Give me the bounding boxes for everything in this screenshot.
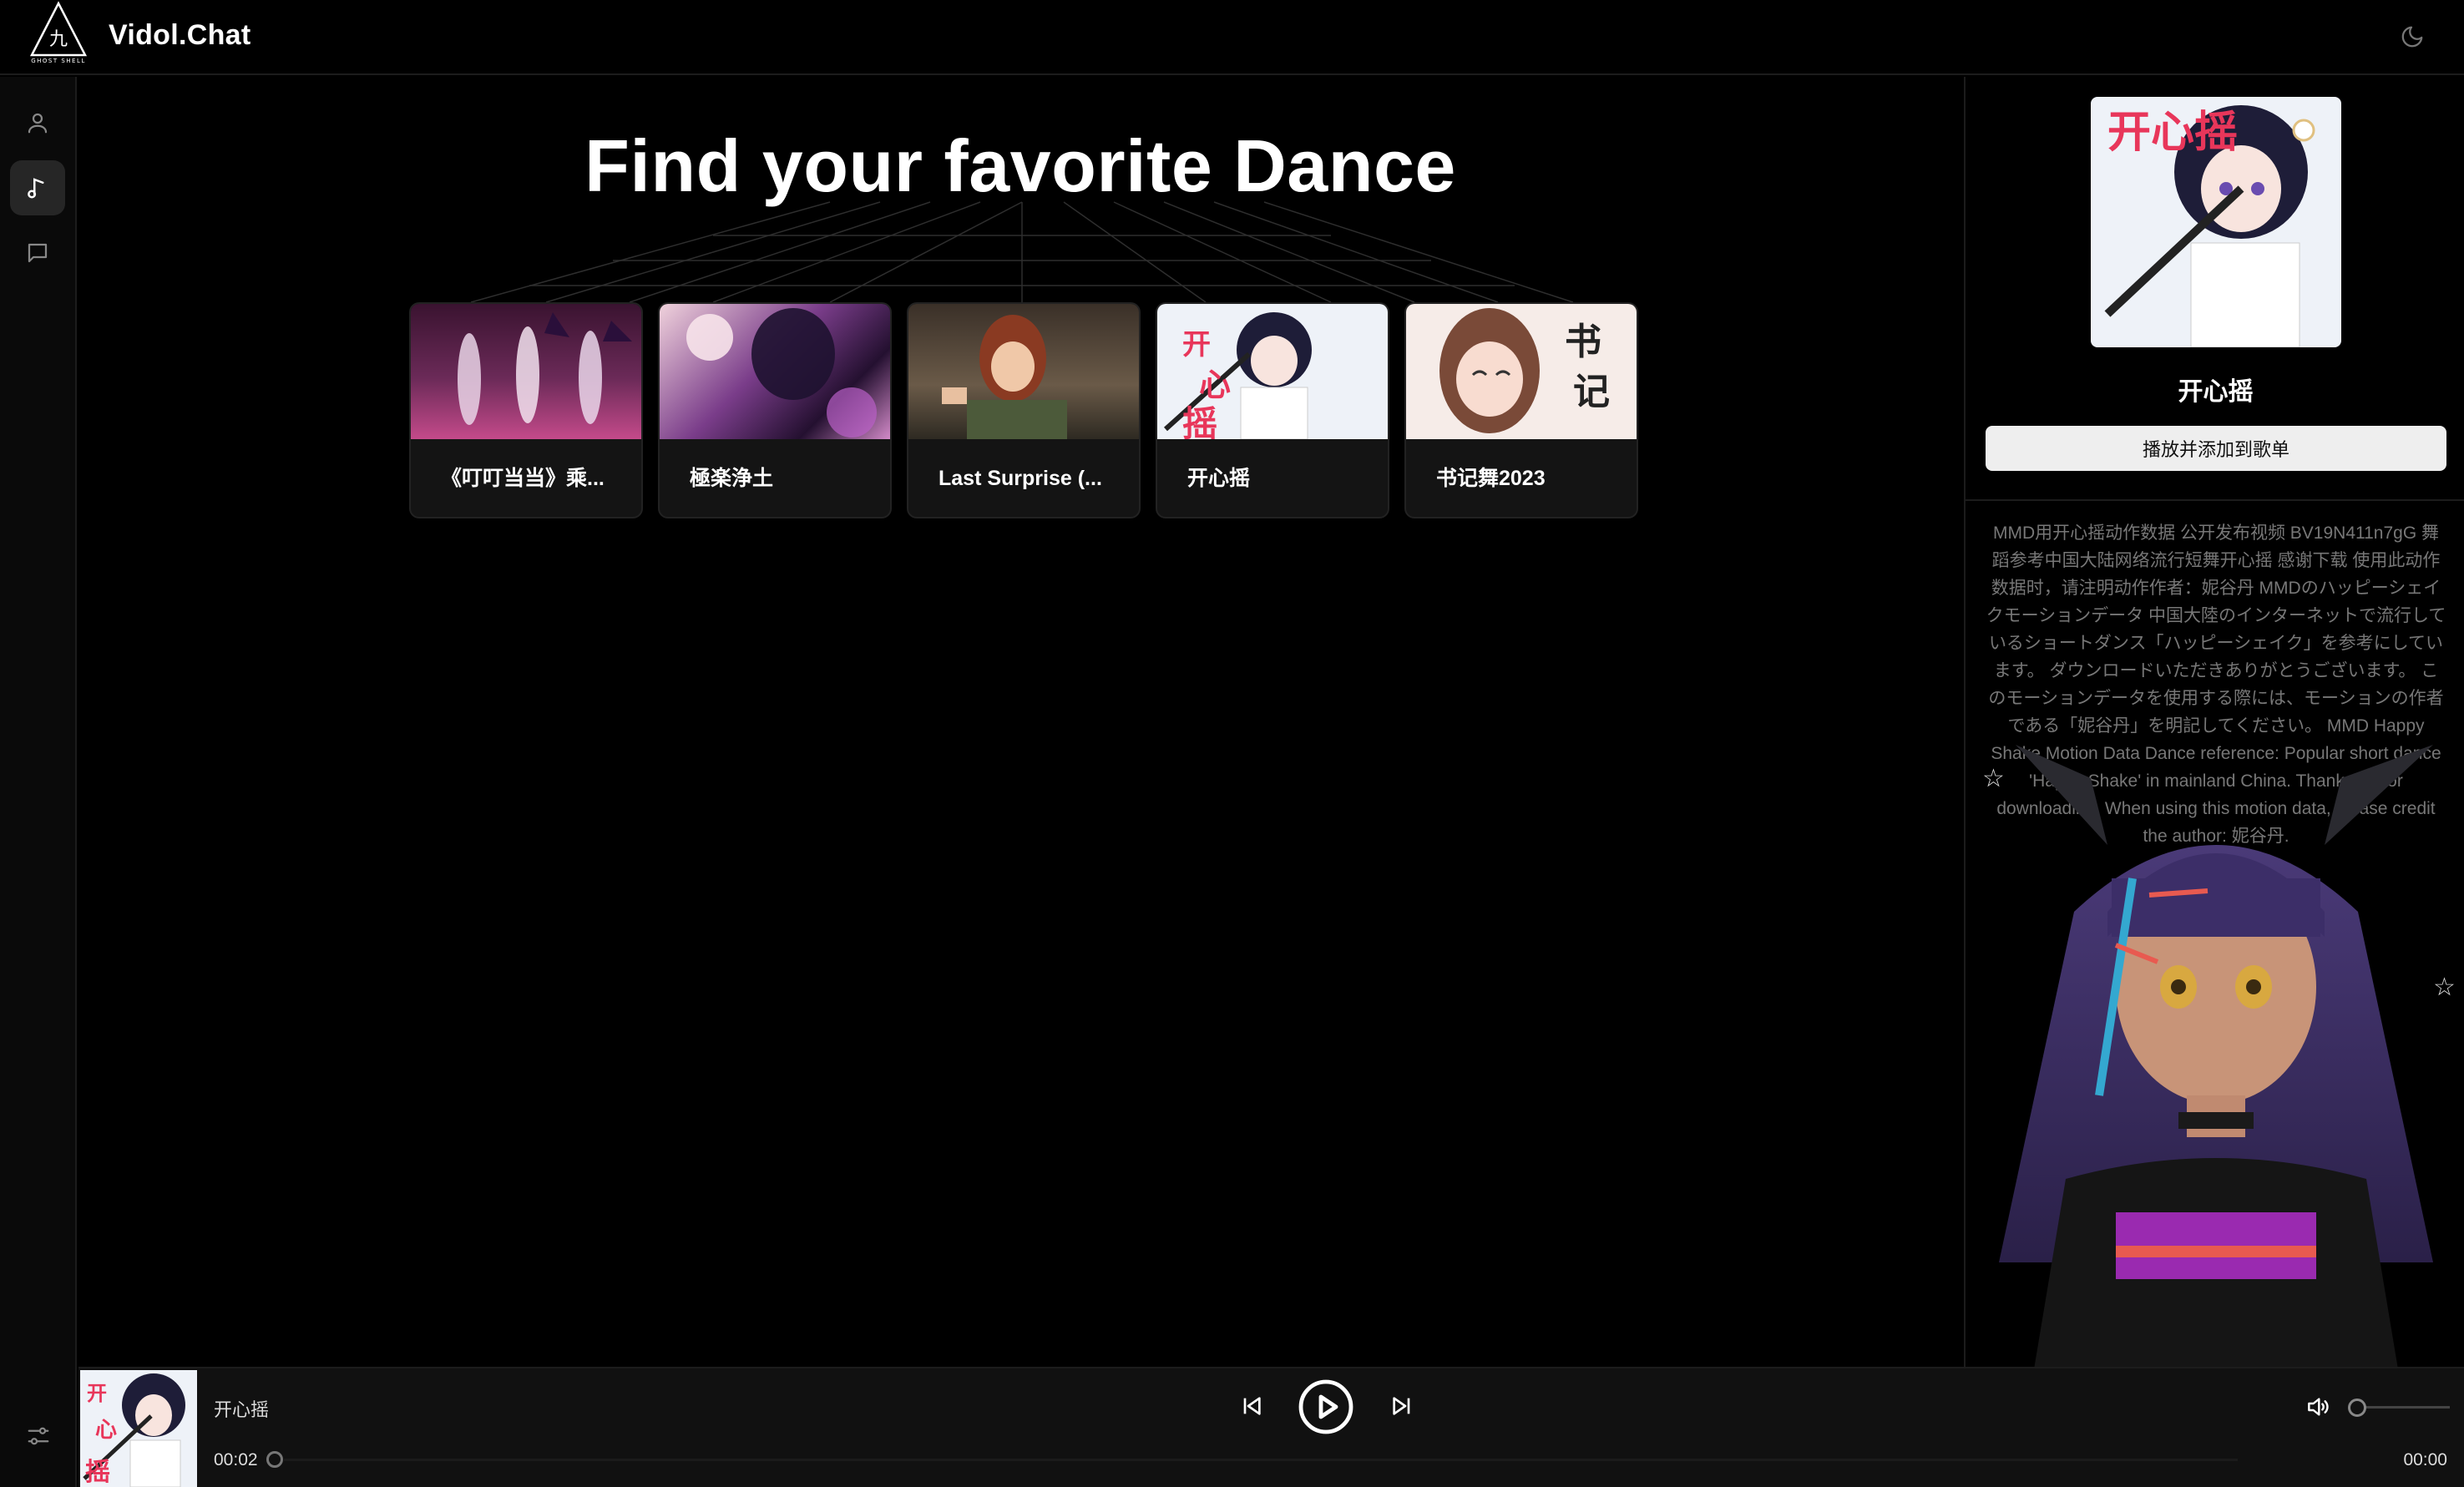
settings-button[interactable]	[22, 1419, 55, 1453]
player-current-time: 00:02	[214, 1450, 258, 1469]
sliders-icon	[28, 1427, 49, 1445]
dance-thumbnail: 开 心 摇	[1157, 304, 1388, 439]
volume-slider-track[interactable]	[2358, 1406, 2450, 1409]
dance-card[interactable]: 極楽浄土	[658, 302, 892, 518]
logo-glyph: 九	[49, 29, 68, 50]
dance-thumbnail	[660, 304, 890, 439]
theme-toggle-button[interactable]	[2394, 18, 2431, 55]
progress-handle[interactable]	[266, 1451, 283, 1468]
divider	[1966, 499, 2464, 501]
svg-text:心: 心	[1199, 367, 1231, 403]
top-header: 九 GHOST SHELL Vidol.Chat	[0, 0, 2464, 75]
svg-text:☆: ☆	[2433, 974, 2456, 1001]
previous-track-button[interactable]	[1231, 1385, 1272, 1427]
player-duration: 00:00	[2403, 1450, 2447, 1469]
cover-text: 开心摇	[2107, 108, 2238, 158]
dance-card[interactable]: 《叮叮当当》乘...	[409, 302, 643, 518]
music-player: 开 心 摇 开心摇 00:02 00:00	[78, 1367, 2464, 1487]
next-track-button[interactable]	[1381, 1385, 1423, 1427]
dance-card-name: 《叮叮当当》乘...	[441, 467, 605, 490]
svg-text:☆: ☆	[1982, 765, 2005, 792]
dance-card-list: 《叮叮当当》乘... 極楽浄土 Last Surprise (... 开 心 摇…	[409, 302, 1638, 518]
player-cover-image: 开 心 摇	[80, 1370, 197, 1487]
app-root: 九 GHOST SHELL Vidol.Chat Find your favor…	[0, 0, 2464, 1487]
logo-caption: GHOST SHELL	[31, 58, 86, 64]
svg-text:开: 开	[87, 1382, 107, 1405]
dance-card[interactable]: 书 记 书记舞2023	[1404, 302, 1638, 518]
svg-text:摇: 摇	[85, 1458, 110, 1487]
dance-detail-panel: 开心摇 开心摇 播放并添加到歌单 MMD用开心摇动作数据 公开发布视频 BV19…	[1964, 77, 2464, 1367]
dance-card-name: Last Surprise (...	[939, 467, 1102, 490]
dance-thumbnail	[908, 304, 1139, 439]
dance-gallery: Find your favorite Dance 《叮叮当当》乘... 極楽浄土…	[78, 77, 1962, 1367]
sidebar	[0, 77, 77, 1487]
dance-card-name: 书记舞2023	[1436, 467, 1546, 490]
dance-card[interactable]: Last Surprise (...	[907, 302, 1141, 518]
chat-icon	[28, 243, 48, 263]
vrm-avatar-viewer[interactable]: ☆ ☆	[1966, 745, 2464, 1367]
svg-text:开: 开	[1182, 328, 1211, 362]
volume-slider-handle[interactable]	[2348, 1398, 2366, 1417]
dance-thumbnail: 书 记	[1406, 304, 1637, 439]
moon-icon	[2401, 26, 2423, 48]
logo[interactable]: 九 GHOST SHELL	[25, 0, 92, 65]
user-icon	[28, 113, 48, 134]
dance-card[interactable]: 开 心 摇 开心摇	[1156, 302, 1389, 518]
dance-card-name: 开心摇	[1187, 467, 1251, 490]
skip-forward-icon	[1393, 1397, 1410, 1415]
svg-text:摇: 摇	[1182, 403, 1217, 439]
progress-track[interactable]	[284, 1459, 2238, 1461]
skip-back-icon	[1243, 1397, 1261, 1415]
play-button[interactable]	[1294, 1375, 1358, 1439]
player-track-title: 开心摇	[214, 1399, 270, 1420]
play-circle-icon	[1298, 1379, 1353, 1434]
svg-text:记: 记	[1573, 371, 1610, 413]
dance-title: 开心摇	[2178, 378, 2254, 406]
brand-name: Vidol.Chat	[109, 19, 251, 51]
sidebar-item-chat[interactable]	[10, 225, 65, 281]
volume-icon	[2308, 1398, 2329, 1416]
sidebar-item-dance[interactable]	[10, 160, 65, 215]
dance-card-name: 極楽浄土	[690, 467, 774, 490]
volume-button[interactable]	[2300, 1388, 2336, 1425]
svg-text:书: 书	[1565, 321, 1601, 363]
svg-text:心: 心	[95, 1418, 117, 1443]
music-note-icon	[28, 178, 44, 199]
dance-thumbnail	[411, 304, 641, 439]
play-and-add-to-playlist-button[interactable]: 播放并添加到歌单	[1986, 426, 2446, 471]
sidebar-item-role[interactable]	[10, 95, 65, 150]
page-title: Find your favorite Dance	[584, 124, 1456, 207]
dance-cover-image: 开心摇	[2091, 97, 2341, 347]
